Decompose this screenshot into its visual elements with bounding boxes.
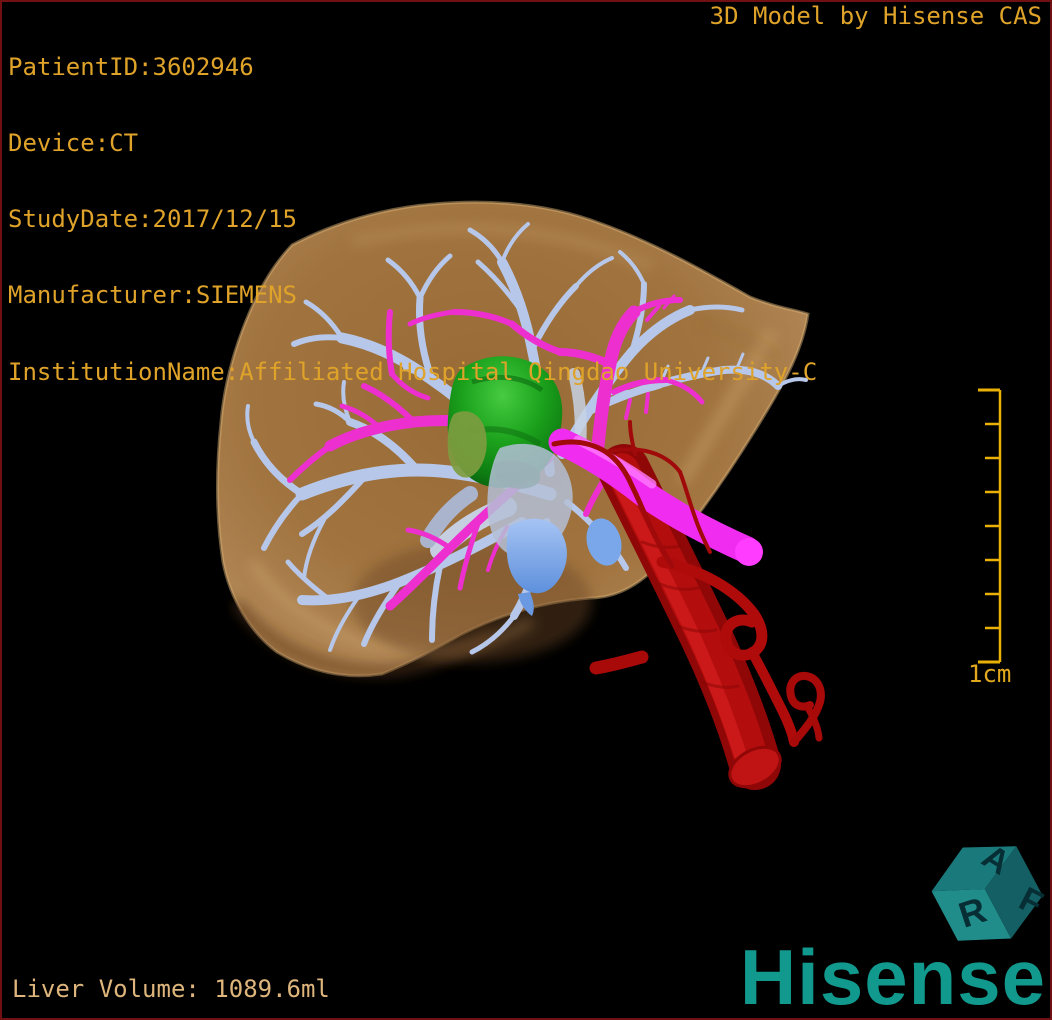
scale-bar — [978, 388, 1002, 664]
viewer-caption: 3D Model by Hisense CAS — [709, 2, 1042, 30]
study-info-overlay: PatientID:3602946 Device:CT StudyDate:20… — [8, 4, 817, 436]
institution-text: InstitutionName:Affiliated Hospital Qing… — [8, 357, 818, 386]
study-date-text: StudyDate:2017/12/15 — [8, 205, 297, 234]
device-text: Device:CT — [8, 129, 139, 158]
cas-3d-viewer: R A F PatientID:3602946 Device:CT StudyD… — [0, 0, 1052, 1020]
liver-volume-text: Liver Volume: 1089.6ml — [12, 974, 330, 1003]
hisense-logo: Hisense — [739, 933, 1046, 1020]
scale-unit-label: 1cm — [968, 660, 1012, 688]
manufacturer-text: Manufacturer:SIEMENS — [8, 281, 297, 310]
patient-id-text: PatientID:3602946 — [8, 52, 254, 81]
